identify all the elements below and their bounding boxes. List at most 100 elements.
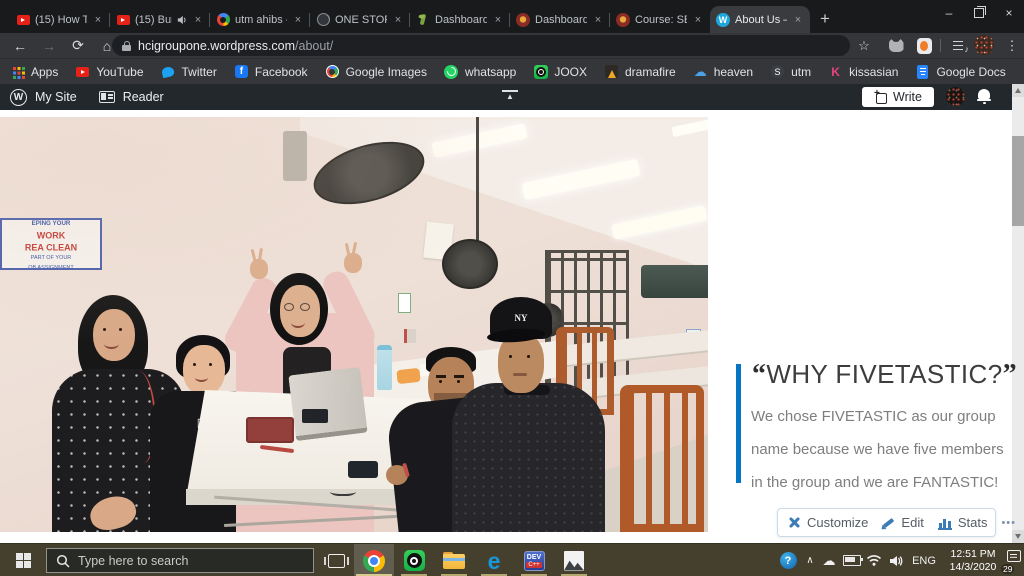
start-button[interactable] (0, 544, 46, 576)
notification-icon (1007, 550, 1021, 562)
reload-icon[interactable]: ⟳ (66, 33, 90, 58)
hidden-icons-chevron[interactable]: ∧ (801, 544, 819, 576)
edit-button[interactable]: Edit (882, 515, 923, 530)
media-control-icon[interactable]: ♪ (948, 33, 972, 58)
tab-one-stop[interactable]: ONE STOP S × (310, 6, 410, 33)
notification-count-badge: 29 (1001, 564, 1014, 574)
bookmark-apps[interactable]: Apps (10, 64, 58, 79)
apps-grid-icon (10, 64, 25, 79)
collapse-top-icon[interactable]: ▲ (502, 90, 518, 101)
wordpress-logo-icon[interactable]: W (10, 89, 27, 106)
language-indicator[interactable]: ENG (907, 544, 941, 576)
taskbar-clock[interactable]: 12:51 PM 14/3/2020 (944, 544, 1002, 576)
person-4-brow (454, 375, 464, 378)
taskbar-photos[interactable] (554, 544, 594, 576)
scrollbar-thumb[interactable] (1012, 136, 1024, 226)
tab-close-icon[interactable]: × (192, 14, 204, 26)
onedrive-cloud-icon[interactable]: ☁ (819, 544, 839, 576)
help-tray-icon[interactable]: ? (775, 544, 801, 576)
bookmark-star-icon[interactable]: ☆ (852, 33, 876, 58)
bookmark-facebook[interactable]: f Facebook (234, 64, 308, 79)
bookmark-twitter[interactable]: Twitter (161, 64, 217, 79)
browser-toolbar: ← → ⟳ ⌂ hcigroupone.wordpress.com/about/… (0, 33, 1024, 58)
task-view-button[interactable] (318, 544, 354, 576)
taskbar-chrome[interactable] (354, 544, 394, 576)
window-minimize-button[interactable]: – (934, 0, 964, 26)
back-icon[interactable]: ← (8, 33, 32, 58)
taskbar-file-explorer[interactable] (434, 544, 474, 576)
bookmark-whatsapp[interactable]: whatsapp (444, 64, 516, 79)
search-input[interactable] (70, 553, 300, 569)
bookmark-heaven[interactable]: ☁ heaven (693, 64, 753, 79)
reader-icon[interactable] (99, 91, 115, 103)
scroll-down-arrow[interactable] (1012, 530, 1024, 543)
window-close-button[interactable]: × (994, 0, 1024, 26)
person-4-eye (457, 380, 460, 383)
tab-close-icon[interactable]: × (92, 14, 104, 26)
wp-user-avatar[interactable] (946, 87, 965, 106)
bookmark-joox[interactable]: JOOX (533, 64, 587, 79)
tab-close-icon[interactable]: × (692, 14, 704, 26)
tab-youtube-2[interactable]: (15) Bun × (110, 6, 210, 33)
lock-icon[interactable] (122, 41, 131, 51)
notifications-bell-icon[interactable] (977, 89, 991, 103)
taskbar-search[interactable] (46, 548, 314, 573)
tab-google-search[interactable]: utm ahibs - ( × (210, 6, 310, 33)
tab-close-icon[interactable]: × (792, 14, 804, 26)
person-3-glasses (300, 303, 310, 311)
tab-course[interactable]: Course: SECV × (610, 6, 710, 33)
tab-audio-icon[interactable] (177, 15, 187, 25)
taskbar-edge[interactable]: e (474, 544, 514, 576)
tab-about-us-active[interactable]: W About Us – F × (710, 6, 810, 33)
tab-close-icon[interactable]: × (592, 14, 604, 26)
cat-extension-icon[interactable] (884, 33, 908, 58)
url-path: /about/ (295, 39, 333, 53)
write-button[interactable]: + Write (862, 87, 934, 107)
more-actions-icon[interactable]: ••• (1001, 517, 1016, 529)
restore-icon (974, 8, 984, 18)
tab-close-icon[interactable]: × (392, 14, 404, 26)
wp-reader[interactable]: Reader (123, 90, 164, 104)
tab-dashboard-2[interactable]: Dashboard × (510, 6, 610, 33)
stats-button[interactable]: Stats (938, 515, 988, 530)
new-tab-button[interactable]: + (820, 9, 830, 29)
wp-action-bar: Customize Edit Stats ••• (777, 508, 996, 537)
tab-close-icon[interactable]: × (292, 14, 304, 26)
customize-button[interactable]: Customize (788, 515, 868, 530)
bookmark-google-docs[interactable]: Google Docs (915, 64, 1005, 79)
kissasian-icon: K (828, 64, 843, 79)
safety-poster: EPING YOUR WORK REA CLEAN PART OF YOUR O… (0, 218, 102, 270)
address-bar[interactable]: hcigroupone.wordpress.com/about/ (112, 35, 850, 56)
edge-icon: e (488, 550, 501, 572)
tab-youtube-1[interactable]: (15) How To × (10, 6, 110, 33)
notification-center[interactable]: 29 (1000, 544, 1024, 576)
dramafire-icon (604, 64, 619, 79)
bookmark-utm[interactable]: S utm (770, 64, 811, 79)
bookmark-google-images[interactable]: Google Images (325, 64, 427, 79)
extension-icon[interactable] (912, 33, 936, 58)
scroll-up-arrow[interactable] (1012, 84, 1024, 97)
paragraph-line: in the group and we are FANTASTIC! (751, 466, 1004, 499)
volume-icon[interactable] (885, 544, 907, 576)
poster-line: REA CLEAN (14, 243, 88, 252)
browser-menu-icon[interactable]: ⋮ (1000, 33, 1024, 58)
page-scrollbar[interactable] (1012, 84, 1024, 543)
page-viewport: W My Site Reader ▲ + Write (0, 84, 1024, 543)
window-restore-button[interactable] (964, 0, 994, 26)
profile-avatar[interactable] (974, 35, 994, 55)
tab-title: (15) How To (35, 14, 87, 26)
bookmark-kissasian[interactable]: K kissasian (828, 64, 898, 79)
taskbar-joox[interactable] (394, 544, 434, 576)
wall-sign (398, 293, 411, 313)
bookmark-youtube[interactable]: YouTube (75, 64, 143, 79)
tab-dashboard-1[interactable]: Dashboard - × (410, 6, 510, 33)
time: 12:51 PM (951, 548, 996, 561)
wifi-icon[interactable] (863, 544, 885, 576)
tab-close-icon[interactable]: × (492, 14, 504, 26)
bookmark-dramafire[interactable]: dramafire (604, 64, 676, 79)
taskbar-devcpp[interactable]: DEVC++ (514, 544, 554, 576)
battery-icon[interactable] (841, 544, 863, 576)
forward-icon[interactable]: → (37, 33, 61, 58)
wp-my-site[interactable]: My Site (35, 90, 77, 104)
poster-line: EPING YOUR (21, 220, 82, 227)
